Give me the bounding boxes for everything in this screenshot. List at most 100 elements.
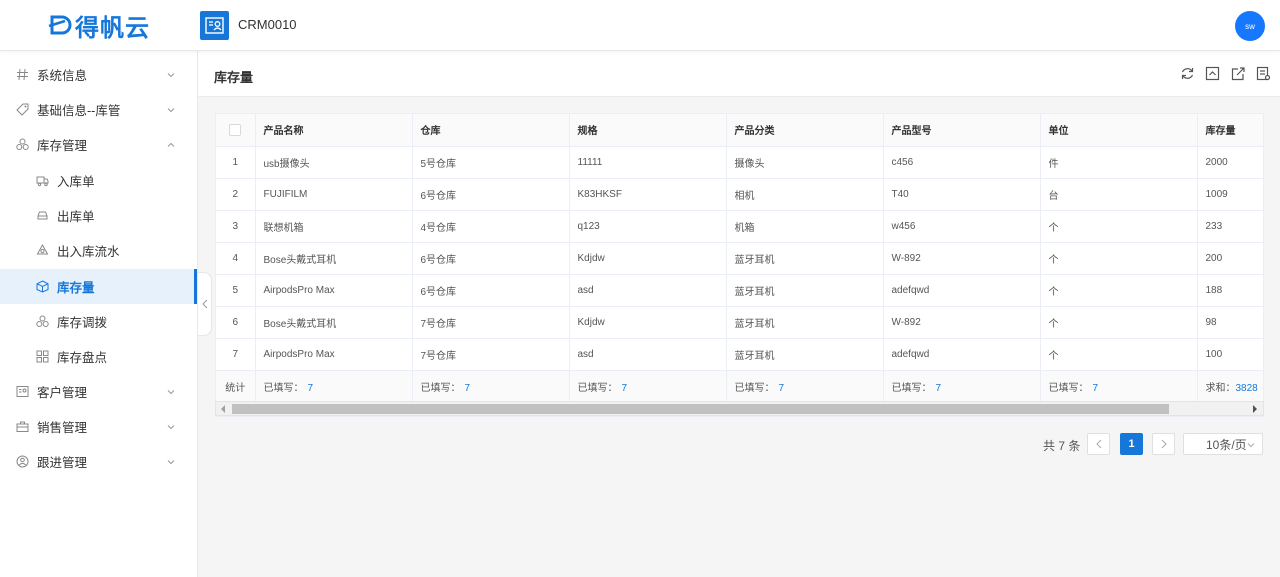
summary-cell: 已填写： 7 (569, 370, 727, 403)
sidebar-item-inout-flow[interactable]: 出入库流水 (0, 233, 197, 268)
sidebar-item-sales-management[interactable]: 销售管理 (0, 409, 197, 444)
table-cell: 件 (1040, 146, 1198, 179)
table-cell: adefqwd (883, 338, 1041, 371)
filled-label: 已填写： (420, 382, 461, 394)
row-index: 3 (216, 210, 256, 243)
refresh-icon[interactable] (1180, 66, 1195, 81)
next-page-button[interactable] (1152, 433, 1175, 455)
page-number-button[interactable]: 1 (1120, 433, 1143, 455)
table-cell: FUJIFILM (255, 178, 413, 211)
filled-label: 已填写： (734, 382, 775, 394)
logo[interactable]: 得帆云 (46, 10, 150, 42)
filled-count: 7 (1092, 382, 1099, 394)
sum-label: 求和： (1205, 382, 1236, 394)
sidebar-item-basic-info[interactable]: 基础信息--库管 (0, 92, 197, 127)
column-header[interactable]: 仓库 (412, 114, 570, 147)
table-row[interactable]: 6 Bose头戴式耳机 7号仓库 Kdjdw 蓝牙耳机 W-892 个 98 (216, 306, 1263, 339)
table-cell: 7号仓库 (412, 338, 570, 371)
horizontal-scrollbar[interactable] (215, 401, 1264, 416)
table-header-row: 产品名称 仓库 规格 产品分类 产品型号 单位 库存量 (216, 114, 1263, 147)
table-row[interactable]: 7 AirpodsPro Max 7号仓库 asd 蓝牙耳机 adefqwd 个 100 (216, 338, 1263, 371)
sidebar-item-label: 库存管理 (37, 139, 88, 153)
column-header[interactable]: 产品型号 (883, 114, 1041, 147)
filled-label: 已填写： (1048, 382, 1089, 394)
page-size-select[interactable]: 10条/页 (1183, 433, 1263, 455)
row-index: 6 (216, 306, 256, 339)
chevron-down-icon (1247, 443, 1255, 448)
row-index: 7 (216, 338, 256, 371)
table-cell: 台 (1040, 178, 1198, 211)
content-header: 库存量 (198, 51, 1280, 97)
sidebar-item-label: 库存量 (57, 281, 95, 295)
filled-label: 已填写： (263, 382, 304, 394)
select-all-checkbox[interactable] (229, 123, 242, 136)
sidebar-item-stock-quantity[interactable]: 库存量 (0, 269, 197, 304)
select-all-cell[interactable] (216, 114, 256, 147)
user-avatar[interactable]: sw (1235, 11, 1265, 41)
contact-card-icon (205, 17, 224, 34)
filled-count: 7 (935, 382, 942, 394)
app-icon[interactable] (200, 11, 229, 40)
table-cell: 2000 (1197, 146, 1263, 179)
column-header[interactable]: 产品名称 (255, 114, 413, 147)
scrollbar-thumb[interactable] (232, 404, 1169, 414)
column-header[interactable]: 规格 (569, 114, 727, 147)
sidebar-item-label: 出库单 (57, 210, 95, 224)
pagination-total: 共 7 条 (1043, 439, 1081, 453)
sidebar-item-follow-up-management[interactable]: 跟进管理 (0, 444, 197, 479)
table-cell: q123 (569, 210, 727, 243)
table-cell: 4号仓库 (412, 210, 570, 243)
sidebar-item-label: 跟进管理 (37, 456, 88, 470)
scroll-left-arrow-icon[interactable] (220, 405, 226, 413)
settings-list-icon[interactable] (1256, 66, 1271, 81)
table-cell: T40 (883, 178, 1041, 211)
sidebar-item-stock-check[interactable]: 库存盘点 (0, 339, 197, 374)
table-cell: K83HKSF (569, 178, 727, 211)
summary-cell: 已填写： 7 (883, 370, 1041, 403)
table-row[interactable]: 3 联想机箱 4号仓库 q123 机箱 w456 个 233 (216, 210, 1263, 243)
app-title: CRM0010 (238, 17, 297, 32)
truck-icon (36, 176, 49, 187)
summary-cell: 求和：3828 (1197, 370, 1263, 403)
table-row[interactable]: 5 AirpodsPro Max 6号仓库 asd 蓝牙耳机 adefqwd 个 188 (216, 274, 1263, 307)
table-cell: AirpodsPro Max (255, 274, 413, 307)
summary-label: 统计 (216, 370, 256, 403)
row-index: 2 (216, 178, 256, 211)
chevron-down-icon (167, 108, 175, 113)
table-row[interactable]: 2 FUJIFILM 6号仓库 K83HKSF 相机 T40 台 1009 (216, 178, 1263, 211)
sidebar-item-system-info[interactable]: 系统信息 (0, 57, 197, 92)
sidebar-item-label: 系统信息 (37, 69, 88, 83)
filled-count: 7 (464, 382, 471, 394)
table-summary-row: 统计 已填写： 7 已填写： 7 已填写： 7 已填写： 7 已填写： 7 已填写： 7 求… (216, 370, 1263, 403)
table-cell: 100 (1197, 338, 1263, 371)
table-row[interactable]: 1 usb摄像头 5号仓库 11111 摄像头 c456 件 2000 (216, 146, 1263, 179)
chevron-left-icon (201, 299, 207, 309)
column-header[interactable]: 库存量 (1197, 114, 1263, 147)
sidebar-item-customer-management[interactable]: 客户管理 (0, 374, 197, 409)
export-icon[interactable] (1231, 66, 1246, 81)
table-cell: 1009 (1197, 178, 1263, 211)
sidebar: 系统信息 基础信息--库管 库存管理 入库单 出库单 出入库流水 库存量 库存调… (0, 51, 198, 577)
hash-icon (17, 68, 28, 81)
table-cell: AirpodsPro Max (255, 338, 413, 371)
sidebar-collapse-button[interactable] (198, 272, 212, 336)
table-cell: 联想机箱 (255, 210, 413, 243)
table-cell: 蓝牙耳机 (726, 338, 884, 371)
sidebar-item-outbound-order[interactable]: 出库单 (0, 198, 197, 233)
table-row[interactable]: 4 Bose头戴式耳机 6号仓库 Kdjdw 蓝牙耳机 W-892 个 200 (216, 242, 1263, 275)
sidebar-item-inbound-order[interactable]: 入库单 (0, 163, 197, 198)
page-size-value: 10条/页 (1206, 437, 1247, 452)
filled-count: 7 (621, 382, 628, 394)
collapse-icon[interactable] (1205, 66, 1220, 81)
sidebar-item-stock-transfer[interactable]: 库存调拨 (0, 304, 197, 339)
sidebar-item-inventory-management[interactable]: 库存管理 (0, 127, 197, 162)
car-icon (37, 211, 48, 220)
table-cell: Bose头戴式耳机 (255, 242, 413, 275)
table-cell: 7号仓库 (412, 306, 570, 339)
prev-page-button[interactable] (1087, 433, 1110, 455)
table-cell: 6号仓库 (412, 178, 570, 211)
column-header[interactable]: 单位 (1040, 114, 1198, 147)
column-header[interactable]: 产品分类 (726, 114, 884, 147)
scroll-right-arrow-icon[interactable] (1252, 405, 1258, 413)
filled-label: 已填写： (891, 382, 932, 394)
